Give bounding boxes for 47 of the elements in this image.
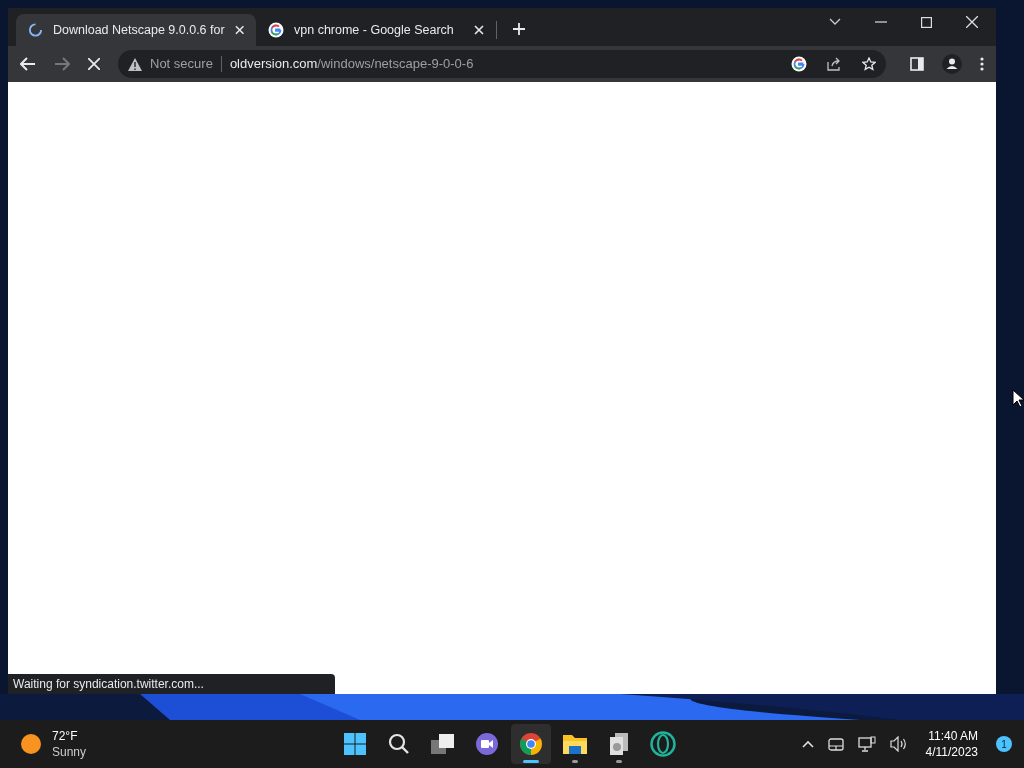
star-icon[interactable] [862,57,876,71]
taskbar-app-button[interactable] [511,724,551,764]
url-text: oldversion.com/windows/netscape-9-0-0-6 [229,55,475,74]
share-icon[interactable] [827,57,842,71]
warning-icon [128,57,142,71]
chevron-down-icon[interactable] [829,18,841,26]
notification-badge[interactable]: 1 [996,736,1012,752]
back-arrow-icon[interactable] [20,57,36,71]
folder-icon [562,732,588,756]
security-label: Not secure [150,55,213,74]
forward-arrow-icon[interactable] [54,57,70,71]
task-view-icon [430,732,456,756]
network-icon[interactable] [857,736,876,752]
date-text: 4/11/2023 [925,744,978,760]
mouse-cursor-icon [1012,389,1024,408]
sun-icon [20,733,42,755]
address-bar[interactable]: Not secure oldversion.com/windows/netscape-9-0-0-6 [118,50,886,78]
time-text: 11:40 AM [928,728,978,744]
tab-title: Download Netscape 9.0.0.6 for [53,21,225,39]
chrome-logo-icon [519,732,543,756]
video-chat-icon [475,732,499,756]
tab-title: vpn chrome - Google Search [294,21,455,39]
clock[interactable]: 11:40 AM 4/11/2023 [921,728,982,760]
menu-icon[interactable] [980,57,984,71]
chevron-up-icon[interactable] [801,740,814,748]
volume-icon[interactable] [889,736,908,752]
profile-icon[interactable] [942,54,962,74]
google-lens-icon [791,56,807,72]
temperature-text: 72°F [52,728,79,744]
windows-logo-icon [343,732,367,756]
browser-tab[interactable]: Download Netscape 9.0.0.6 for [16,14,256,46]
close-icon[interactable] [966,16,978,28]
documents-icon [607,732,631,756]
weather-condition: Sunny [52,744,87,760]
side-panel-icon[interactable] [910,57,924,71]
browser-tab[interactable]: vpn chrome - Google Search [256,14,496,46]
loading-spinner-icon [28,22,43,38]
new-tab-icon[interactable] [513,23,525,35]
close-icon[interactable] [234,25,244,35]
search-icon [387,732,411,756]
stop-loading-icon[interactable] [88,58,100,70]
status-bubble: Waiting for syndication.twitter.com... [8,674,335,694]
close-icon[interactable] [474,25,484,35]
touchpad-icon[interactable] [827,737,844,751]
opera-logo-icon [650,731,676,757]
maximize-icon[interactable] [921,16,932,28]
google-icon [268,22,284,38]
